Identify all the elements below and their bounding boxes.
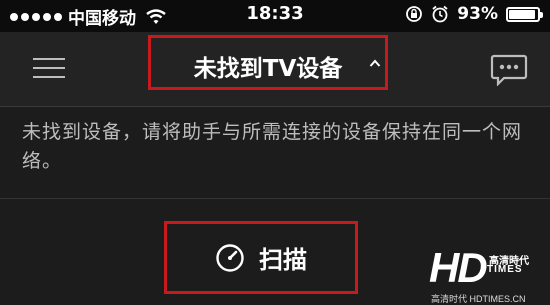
battery-fill bbox=[509, 9, 535, 19]
divider bbox=[0, 198, 550, 199]
chevron-up-icon bbox=[369, 59, 381, 67]
scan-button[interactable]: 扫描 bbox=[164, 221, 358, 294]
divider bbox=[0, 106, 550, 107]
status-right: 93% bbox=[405, 4, 543, 24]
device-selector-title[interactable]: 未找到TV设备 bbox=[148, 35, 388, 90]
scan-button-label: 扫描 bbox=[259, 246, 307, 274]
chat-icon[interactable] bbox=[490, 54, 528, 86]
watermark-hd: HD bbox=[429, 244, 488, 291]
alarm-icon bbox=[432, 5, 448, 23]
watermark-brand-en: TIMES bbox=[487, 264, 523, 275]
status-bar: 中国移动 18:33 93% bbox=[0, 0, 550, 32]
page-title: 未找到TV设备 bbox=[151, 49, 385, 83]
watermark-logo: HD 高清時代 TIMES 高清时代 HDTIMES.CN bbox=[425, 240, 550, 305]
battery-icon bbox=[506, 6, 543, 22]
gauge-icon bbox=[216, 243, 244, 272]
page-title-label: 未找到TV设备 bbox=[193, 56, 343, 82]
rotation-lock-icon bbox=[406, 6, 423, 22]
battery-percent: 93% bbox=[457, 4, 498, 24]
menu-icon[interactable] bbox=[33, 54, 65, 82]
nav-bar: 未找到TV设备 bbox=[0, 32, 550, 106]
watermark-url: 高清时代 HDTIMES.CN bbox=[431, 294, 526, 304]
no-device-message: 未找到设备，请将助手与所需连接的设备保持在同一个网络。 bbox=[22, 121, 523, 172]
